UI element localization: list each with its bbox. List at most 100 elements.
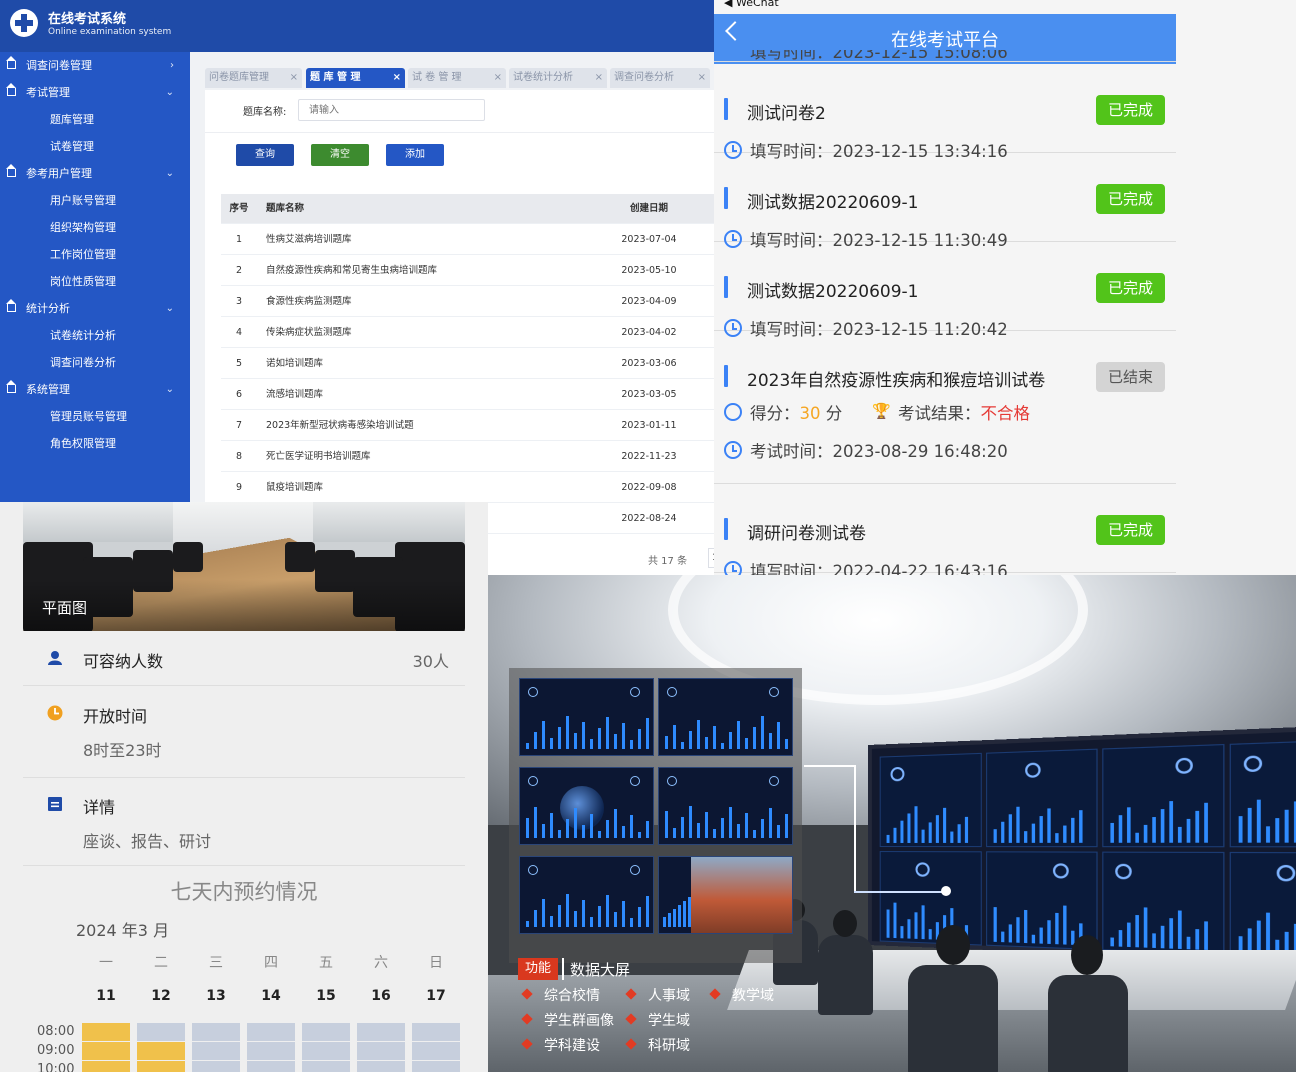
status-badge[interactable]: 已完成 xyxy=(1096,95,1165,125)
day-number[interactable]: 13 xyxy=(191,988,241,1004)
slot-cell[interactable] xyxy=(137,1042,185,1060)
slot-cell[interactable] xyxy=(82,1023,130,1041)
bar-mark xyxy=(566,716,569,749)
day-number[interactable]: 14 xyxy=(246,988,296,1004)
sidebar-group[interactable]: 参考用户管理 ⌄ xyxy=(0,160,190,187)
sidebar-group[interactable]: 系统管理 ⌄ xyxy=(0,376,190,403)
function-item[interactable]: 教学域 xyxy=(706,985,774,1005)
tab[interactable]: 题 库 管 理 × xyxy=(306,68,405,88)
search-button[interactable]: 查询 xyxy=(236,144,294,166)
exam-record[interactable]: 测试问卷2 已完成 填写时间：2023-12-15 13:34:16 xyxy=(714,64,1176,161)
sidebar-item[interactable]: 角色权限管理 xyxy=(0,430,190,457)
slot-cell[interactable] xyxy=(247,1061,295,1072)
slot-cell[interactable] xyxy=(247,1042,295,1060)
table-row[interactable]: 4 传染病症状监测题库 2023-04-02 xyxy=(221,317,714,348)
close-icon[interactable]: × xyxy=(595,68,603,88)
table-row[interactable]: 7 2023年新型冠状病毒感染培训试题 2023-01-11 xyxy=(221,410,714,441)
slot-cell[interactable] xyxy=(192,1061,240,1072)
sidebar-group[interactable]: 统计分析 ⌄ xyxy=(0,295,190,322)
day-number[interactable]: 12 xyxy=(136,988,186,1004)
function-item[interactable]: 学生群画像 xyxy=(518,1010,614,1030)
sidebar-item[interactable]: 调查问卷分析 xyxy=(0,349,190,376)
status-badge[interactable]: 已完成 xyxy=(1096,273,1165,303)
dashboard-panel xyxy=(986,748,1098,848)
slot-cell[interactable] xyxy=(137,1023,185,1041)
close-icon[interactable]: × xyxy=(393,68,401,88)
bank-name-input[interactable] xyxy=(298,99,485,121)
slot-cell[interactable] xyxy=(247,1023,295,1041)
dashboard-thumbnail xyxy=(519,856,654,934)
status-badge[interactable]: 已完成 xyxy=(1096,515,1165,545)
slot-cell[interactable] xyxy=(302,1061,350,1072)
table-row[interactable]: 9 鼠疫培训题库 2022-09-08 xyxy=(221,472,714,503)
slot-cell[interactable] xyxy=(192,1042,240,1060)
table-row[interactable]: 3 食源性疾病监测题库 2023-04-09 xyxy=(221,286,714,317)
table-row[interactable]: 2 自然疫源性疾病和常见寄生虫病培训题库 2023-05-10 xyxy=(221,255,714,286)
sidebar-item[interactable]: 工作岗位管理 xyxy=(0,241,190,268)
sidebar-item[interactable]: 题库管理 xyxy=(0,106,190,133)
tab[interactable]: 试 卷 管 理 × xyxy=(408,68,506,88)
weekday-label: 一 xyxy=(99,955,113,971)
sidebar-item[interactable]: 用户账号管理 xyxy=(0,187,190,214)
floor-plan-label[interactable]: 平面图 xyxy=(42,597,87,618)
sidebar-item[interactable]: 岗位性质管理 xyxy=(0,268,190,295)
bar-mark xyxy=(957,824,961,843)
day-number[interactable]: 15 xyxy=(301,988,351,1004)
sidebar-item[interactable]: 试卷统计分析 xyxy=(0,322,190,349)
slot-cell[interactable] xyxy=(82,1061,130,1072)
table-row[interactable]: 5 诺如培训题库 2023-03-06 xyxy=(221,348,714,379)
day-number[interactable]: 16 xyxy=(356,988,406,1004)
bar-mark xyxy=(713,726,716,749)
slot-cell[interactable] xyxy=(302,1042,350,1060)
slot-cell[interactable] xyxy=(412,1061,460,1072)
slot-cell[interactable] xyxy=(82,1042,130,1060)
exam-record[interactable]: 调研问卷测试卷 已完成 填写时间：2022-04-22 16:43:16 xyxy=(714,484,1176,575)
day-number[interactable]: 11 xyxy=(81,988,131,1004)
ring-mark xyxy=(769,687,779,697)
table-row[interactable]: 6 流感培训题库 2023-03-05 xyxy=(221,379,714,410)
ring-mark xyxy=(667,687,677,697)
add-button[interactable]: 添加 xyxy=(386,144,444,166)
bar-mark xyxy=(1284,809,1289,843)
table-row[interactable]: 1 性病艾滋病培训题库 2023-07-04 xyxy=(221,224,714,255)
function-item[interactable]: 学生域 xyxy=(622,1010,690,1030)
status-badge[interactable]: 已完成 xyxy=(1096,184,1165,214)
function-item[interactable]: 综合校情 xyxy=(518,985,600,1005)
sidebar-group[interactable]: 调查问卷管理 › xyxy=(0,52,190,79)
sidebar-item[interactable]: 试卷管理 xyxy=(0,133,190,160)
function-item[interactable]: 人事域 xyxy=(622,985,690,1005)
slot-cell[interactable] xyxy=(412,1023,460,1041)
slot-cell[interactable] xyxy=(192,1023,240,1041)
exam-record[interactable]: 测试数据20220609-1 已完成 填写时间：2023-12-15 11:20:4… xyxy=(714,242,1176,339)
slot-cell[interactable] xyxy=(357,1042,405,1060)
clear-button[interactable]: 清空 xyxy=(311,144,369,166)
tab[interactable]: 问卷题库管理 × xyxy=(205,68,302,88)
exam-record[interactable]: 测试数据20220609-1 已完成 填写时间：2023-12-15 11:30:4… xyxy=(714,153,1176,250)
sidebar-group[interactable]: 考试管理 ⌄ xyxy=(0,79,190,106)
sidebar-item[interactable]: 管理员账号管理 xyxy=(0,403,190,430)
bar-mark xyxy=(1135,832,1139,843)
slot-cell[interactable] xyxy=(412,1042,460,1060)
bar-mark xyxy=(1024,831,1028,843)
function-item[interactable]: 科研域 xyxy=(622,1035,690,1055)
exam-record[interactable]: 2023年自然疫源性疾病和猴痘培训试卷 已结束 得分：30 分 🏆 考试结果：不合格 考试… xyxy=(714,331,1176,484)
weekday-label: 日 xyxy=(429,955,443,971)
slot-cell[interactable] xyxy=(357,1061,405,1072)
slot-cell[interactable] xyxy=(137,1061,185,1072)
close-icon[interactable]: × xyxy=(698,68,706,88)
slot-cell[interactable] xyxy=(302,1023,350,1041)
close-icon[interactable]: × xyxy=(290,68,298,88)
bar-mark xyxy=(1204,921,1208,950)
sidebar-item[interactable]: 组织架构管理 xyxy=(0,214,190,241)
tab[interactable]: 调查问卷分析 × xyxy=(610,68,710,88)
slot-cell[interactable] xyxy=(357,1023,405,1041)
close-icon[interactable]: × xyxy=(494,68,502,88)
tab[interactable]: 试卷统计分析 × xyxy=(509,68,607,88)
day-number[interactable]: 17 xyxy=(411,988,461,1004)
record-title: 测试数据20220609-1 xyxy=(747,193,919,213)
score-value: 30 xyxy=(799,404,821,423)
status-badge[interactable]: 已结束 xyxy=(1096,362,1165,392)
function-item[interactable]: 学科建设 xyxy=(518,1035,600,1055)
table-row[interactable]: 8 死亡医学证明书培训题库 2022-11-23 xyxy=(221,441,714,472)
tab-label: 试卷统计分析 xyxy=(513,72,573,83)
